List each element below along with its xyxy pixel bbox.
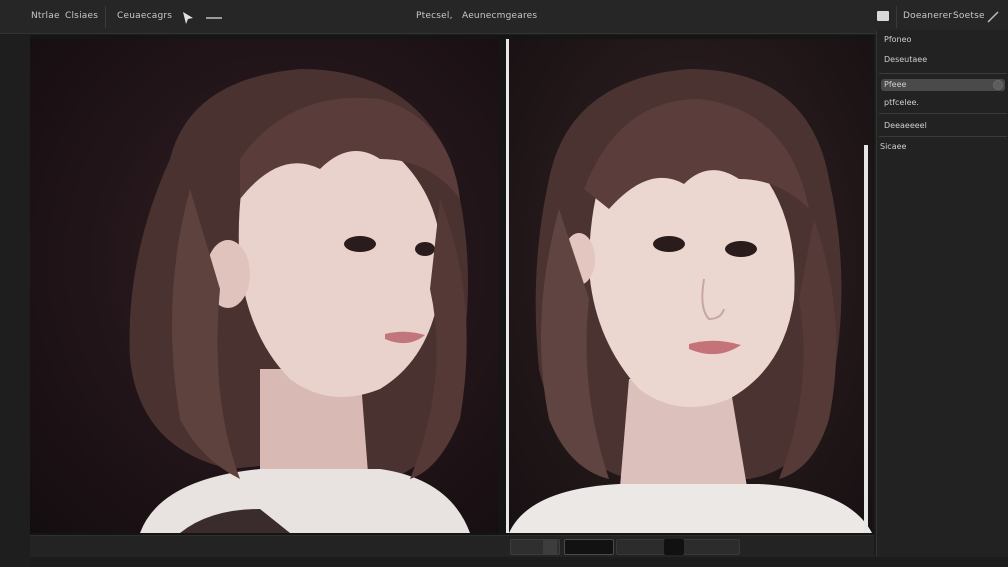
properties-panel: Pfoneo Deseutaee Pfeee ptfcelee. Deeaeee… (876, 30, 1008, 557)
portrait-image-left[interactable] (30, 39, 499, 533)
menu-item-1[interactable]: Ntrlae (31, 11, 60, 21)
document-name[interactable]: Ptecsel, (416, 11, 453, 21)
panel-divider (879, 136, 1007, 137)
menu-item-3[interactable]: Ceuaecagrs (117, 11, 172, 21)
document-mode[interactable]: Aeunecmgeares (462, 11, 537, 21)
right-menu-item-2[interactable]: Soetse (953, 11, 985, 21)
toolbar-divider (105, 6, 106, 28)
canvas-area[interactable] (30, 35, 874, 535)
panel-divider (879, 73, 1007, 74)
portrait-image-right[interactable] (506, 39, 872, 533)
slider-knob[interactable] (993, 80, 1003, 90)
menu-item-2[interactable]: Clsiaes (65, 11, 98, 21)
top-toolbar: Ntrlae Clsiaes Ceuaecagrs Ptecsel, Aeune… (0, 0, 1008, 34)
panel-item-5[interactable]: Deeaeeeel (884, 121, 927, 130)
toolbar-divider (896, 6, 897, 28)
panel-item-1[interactable]: Pfoneo (884, 35, 911, 44)
square-icon[interactable] (877, 11, 889, 21)
panel-slider[interactable]: Pfeee (881, 79, 1005, 91)
timeline-marker[interactable] (664, 539, 684, 555)
bottom-control-strip (30, 535, 874, 557)
cursor-icon[interactable] (182, 11, 194, 25)
timeline-selected-frame[interactable] (564, 539, 614, 555)
left-gutter (0, 35, 30, 567)
panel-item-2[interactable]: Deseutaee (884, 55, 927, 64)
panel-item-4[interactable]: ptfcelee. (884, 98, 919, 107)
pen-icon[interactable] (986, 10, 1000, 24)
zoom-toggle-button[interactable] (543, 539, 557, 555)
minus-icon[interactable] (206, 17, 222, 19)
portrait-illustration-left (129, 69, 470, 533)
panel-slider-label: Pfeee (884, 80, 907, 89)
panel-section-header: Sicaee (880, 142, 907, 151)
comparison-slider-handle[interactable] (864, 145, 868, 533)
right-menu-item-1[interactable]: Doeanerer (903, 11, 952, 21)
panel-divider (879, 113, 1007, 114)
portrait-illustration-right (509, 69, 872, 533)
